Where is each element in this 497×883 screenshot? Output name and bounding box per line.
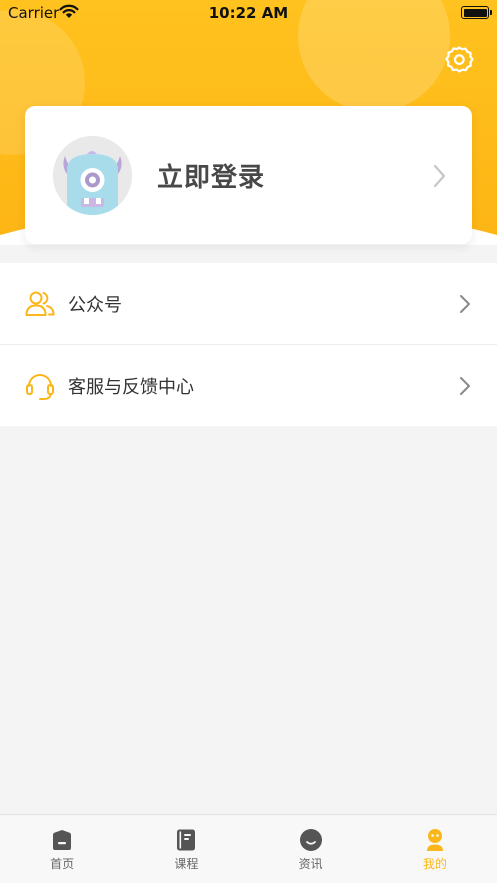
tab-news[interactable]: 资讯 [249, 815, 373, 883]
tab-label-profile: 我的 [422, 857, 447, 871]
book-icon [177, 829, 196, 851]
tab-bar: 首页 课程 资讯 我的 [0, 814, 497, 883]
monster-avatar-icon [53, 136, 132, 215]
status-bar: Carrier 10:22 AM [0, 0, 497, 26]
menu-item-official-account[interactable]: 公众号 [0, 263, 497, 344]
clock: 10:22 AM [208, 4, 289, 22]
news-icon [299, 829, 322, 851]
menu-list: 公众号 客服与反馈中心 [0, 263, 497, 426]
gear-icon [444, 45, 474, 73]
home-icon [53, 830, 72, 850]
chevron-right-icon [460, 295, 470, 313]
tab-profile[interactable]: 我的 [373, 815, 497, 883]
users-icon [25, 291, 55, 316]
tab-label-news: 资讯 [298, 857, 323, 871]
login-card[interactable]: 立即登录 [25, 106, 472, 244]
menu-label-official-account: 公众号 [68, 295, 122, 316]
menu-item-customer-service[interactable]: 客服与反馈中心 [0, 344, 497, 426]
chevron-right-icon [433, 164, 446, 188]
headset-icon [26, 374, 54, 400]
settings-button[interactable] [442, 43, 475, 76]
tab-label-courses: 课程 [174, 857, 199, 871]
tab-home[interactable]: 首页 [0, 815, 124, 883]
tab-courses[interactable]: 课程 [124, 815, 248, 883]
login-prompt[interactable]: 立即登录 [157, 157, 265, 194]
avatar[interactable] [53, 136, 132, 215]
chevron-right-icon [460, 377, 470, 395]
tab-label-home: 首页 [50, 857, 75, 871]
profile-icon [426, 829, 443, 851]
battery-icon [461, 6, 492, 19]
menu-label-customer-service: 客服与反馈中心 [68, 377, 194, 398]
